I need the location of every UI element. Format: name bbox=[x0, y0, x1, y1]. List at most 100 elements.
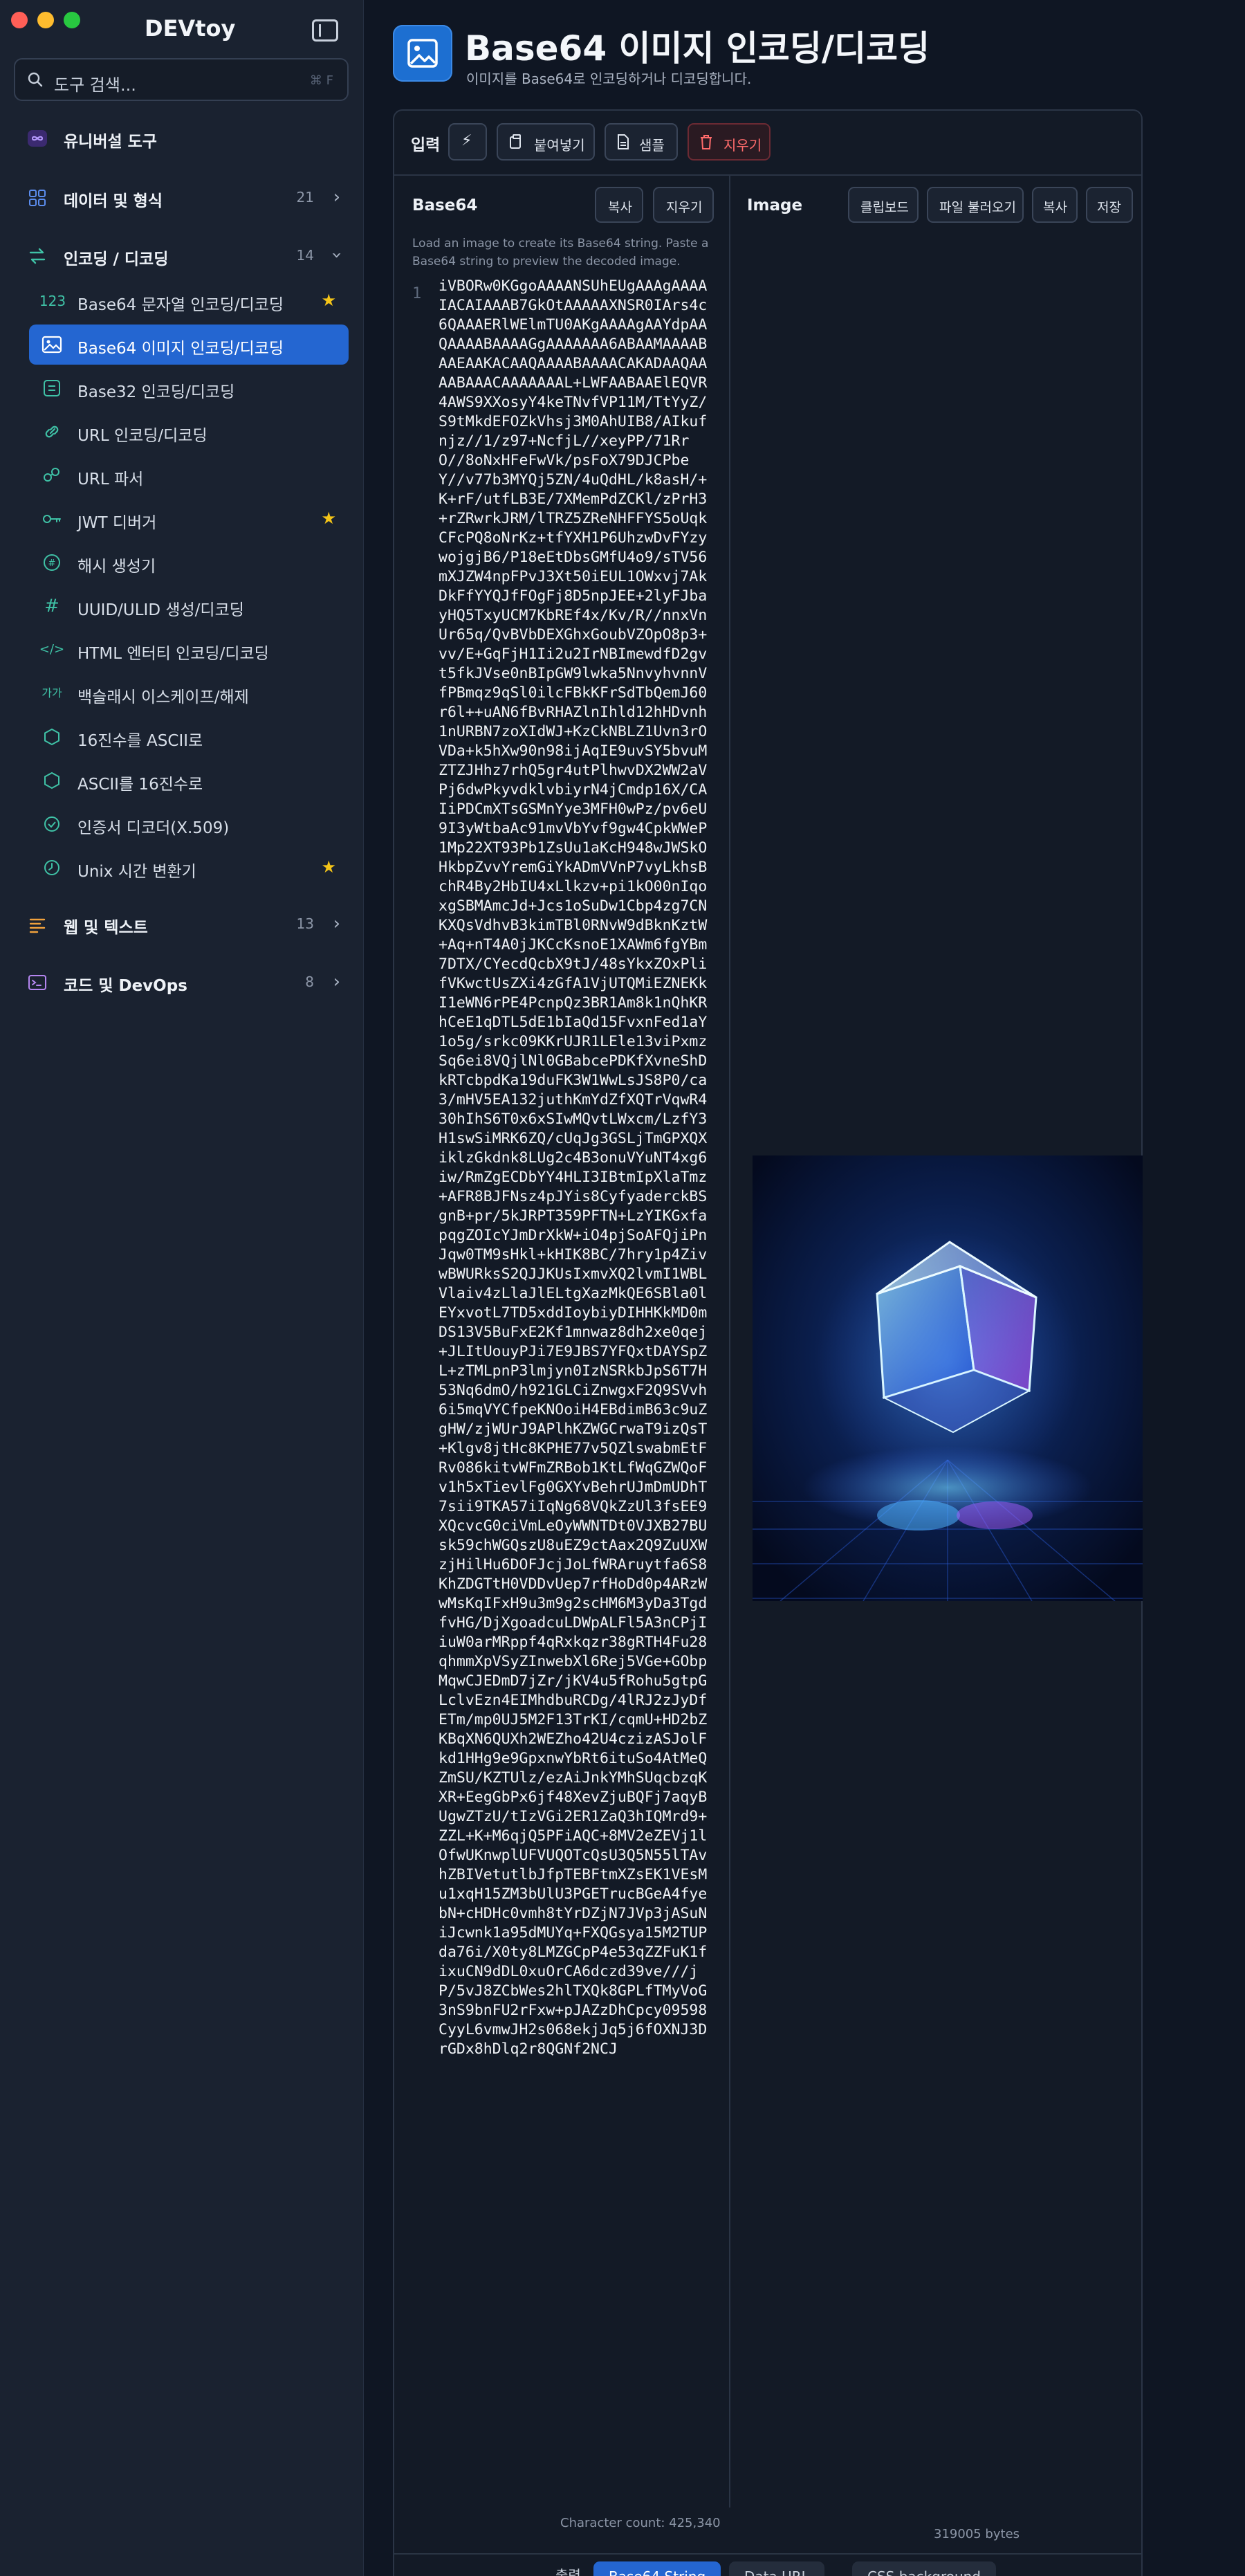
clipboard-icon bbox=[510, 134, 521, 149]
sidebar-item-label: 백슬래시 이스케이프/해제 bbox=[77, 688, 249, 706]
quick-action-button[interactable]: ⚡ bbox=[448, 123, 487, 161]
sidebar-item-label: HTML 엔터티 인코딩/디코딩 bbox=[77, 645, 269, 663]
category-web-text[interactable]: 웹 및 텍스트 13 › bbox=[14, 904, 350, 945]
sidebar-item-label: URL 인코딩/디코딩 bbox=[77, 427, 208, 445]
load-file-button[interactable]: 파일 불러오기 bbox=[927, 187, 1024, 223]
page-subtitle: 이미지를 Base64로 인코딩하거나 디코딩합니다. bbox=[466, 71, 752, 87]
category-label: 유니버설 도구 bbox=[64, 133, 157, 151]
base64-hint: Load an image to create its Base64 strin… bbox=[412, 237, 709, 268]
clipboard-button[interactable]: 클립보드 bbox=[848, 187, 919, 223]
clear-all-button[interactable]: 지우기 bbox=[688, 123, 771, 161]
sidebar-item-hex-to-ascii[interactable]: 16진수를 ASCII로 bbox=[29, 717, 349, 757]
base64-code[interactable]: iVBORw0KGgoAAAANSUhEUgAAAgAAAAIACAIAAAB7… bbox=[439, 277, 715, 2059]
base32-icon bbox=[44, 380, 60, 396]
paste-label: 붙여넣기 bbox=[534, 137, 585, 154]
base64-editor[interactable]: 1 iVBORw0KGgoAAAANSUhEUgAAAgAAAAIACAIAAA… bbox=[412, 277, 717, 2505]
sidebar-item-label: 16진수를 ASCII로 bbox=[77, 732, 203, 750]
sidebar-item-label: Base64 문자열 인코딩/디코딩 bbox=[77, 296, 284, 314]
tab-css-background[interactable]: CSS background bbox=[852, 2561, 997, 2576]
image-pane-title: Image bbox=[747, 197, 803, 214]
category-count: 13 bbox=[296, 915, 314, 932]
category-label: 데이터 및 형식 bbox=[64, 192, 163, 210]
hash-icon: # bbox=[44, 554, 60, 571]
close-window-button[interactable] bbox=[11, 12, 28, 28]
sample-label: 샘플 bbox=[639, 137, 665, 154]
file-icon bbox=[618, 134, 629, 149]
trash-icon bbox=[701, 135, 712, 149]
sidebar-item-hash[interactable]: # 해시 생성기 bbox=[29, 542, 349, 583]
sidebar-item-base32[interactable]: Base32 인코딩/디코딩 bbox=[29, 368, 349, 408]
search-placeholder: 도구 검색... bbox=[54, 75, 136, 95]
clear-label: 지우기 bbox=[666, 200, 703, 215]
sidebar-item-uuid[interactable]: # UUID/ULID 생성/디코딩 bbox=[29, 586, 349, 626]
sidebar-item-jwt[interactable]: JWT 디버거 ★ bbox=[29, 499, 349, 539]
category-data-format[interactable]: 데이터 및 형식 21 › bbox=[14, 177, 350, 219]
chevron-down-icon: › bbox=[326, 251, 347, 259]
sidebar-item-backslash[interactable]: 가가 백슬래시 이스케이프/해제 bbox=[29, 673, 349, 713]
sidebar-item-base64-image[interactable]: Base64 이미지 인코딩/디코딩 bbox=[29, 325, 349, 365]
chevron-right-icon: › bbox=[333, 971, 340, 992]
category-count: 8 bbox=[305, 974, 314, 990]
category-count: 21 bbox=[296, 189, 314, 205]
image-icon bbox=[42, 336, 62, 354]
category-label: 웹 및 텍스트 bbox=[64, 919, 148, 937]
divider bbox=[394, 174, 1141, 176]
code-icon: </> bbox=[39, 642, 65, 657]
sidebar-item-label: 해시 생성기 bbox=[77, 558, 156, 576]
star-icon[interactable]: ★ bbox=[321, 509, 336, 528]
sidebar-item-label: Unix 시간 변환기 bbox=[77, 863, 196, 881]
category-count: 14 bbox=[296, 247, 314, 264]
save-label: 저장 bbox=[1097, 200, 1121, 215]
hexagon-icon bbox=[44, 771, 59, 789]
sidebar-item-unix-time[interactable]: Unix 시간 변환기 ★ bbox=[29, 848, 349, 888]
clear-base64-button[interactable]: 지우기 bbox=[653, 187, 714, 223]
tab-data-url[interactable]: Data URL bbox=[729, 2561, 824, 2576]
paste-button[interactable]: 붙여넣기 bbox=[497, 123, 595, 161]
link-icon bbox=[45, 426, 59, 438]
app-title: DEVtoy bbox=[145, 15, 236, 42]
chevron-right-icon: › bbox=[333, 913, 340, 934]
category-code-devops[interactable]: 코드 및 DevOps 8 › bbox=[14, 962, 350, 1003]
copy-label: 복사 bbox=[1043, 200, 1067, 215]
search-icon bbox=[28, 72, 43, 87]
sidebar-item-label: JWT 디버거 bbox=[77, 514, 157, 532]
save-image-button[interactable]: 저장 bbox=[1086, 187, 1133, 223]
character-count: Character count: 425,340 bbox=[560, 2516, 721, 2530]
sidebar-item-url-parser[interactable]: URL 파서 bbox=[29, 455, 349, 495]
sidebar-item-certificate[interactable]: 인증서 디코더(X.509) bbox=[29, 804, 349, 844]
image-bytes: 319005 bytes bbox=[934, 2527, 1020, 2541]
hashtag-icon: # bbox=[44, 596, 59, 616]
sidebar-toggle-icon[interactable] bbox=[312, 19, 338, 42]
sidebar-item-ascii-to-hex[interactable]: ASCII를 16진수로 bbox=[29, 760, 349, 801]
chevron-right-icon: › bbox=[333, 187, 340, 208]
sidebar-item-label: Base64 이미지 인코딩/디코딩 bbox=[77, 340, 284, 358]
swap-icon bbox=[29, 248, 46, 264]
infinity-icon bbox=[28, 130, 47, 147]
search-input[interactable]: 도구 검색... ⌘ F bbox=[14, 58, 349, 101]
sidebar-item-label: Base32 인코딩/디코딩 bbox=[77, 383, 235, 401]
category-encode-decode[interactable]: 인코딩 / 디코딩 14 › bbox=[14, 235, 350, 277]
image-preview bbox=[753, 1155, 1143, 1601]
sidebar-item-label: ASCII를 16진수로 bbox=[77, 776, 203, 794]
sample-button[interactable]: 샘플 bbox=[605, 123, 678, 161]
sidebar-item-label: 인증서 디코더(X.509) bbox=[77, 819, 230, 837]
escape-icon: 가가 bbox=[42, 686, 62, 700]
minimize-window-button[interactable] bbox=[37, 12, 54, 28]
category-label: 코드 및 DevOps bbox=[64, 977, 187, 995]
sidebar-item-html-entity[interactable]: </> HTML 엔터티 인코딩/디코딩 bbox=[29, 630, 349, 670]
copy-image-button[interactable]: 복사 bbox=[1032, 187, 1078, 223]
sidebar-item-base64-string[interactable]: 123 Base64 문자열 인코딩/디코딩 ★ bbox=[29, 281, 349, 321]
star-icon[interactable]: ★ bbox=[321, 291, 336, 310]
input-label: 입력 bbox=[411, 136, 441, 154]
sidebar-item-url-encode[interactable]: URL 인코딩/디코딩 bbox=[29, 412, 349, 452]
tab-base64-string[interactable]: Base64 String bbox=[593, 2561, 721, 2576]
search-shortcut: ⌘ F bbox=[309, 73, 333, 88]
category-universal[interactable]: 유니버설 도구 bbox=[14, 118, 350, 159]
text-lines-icon bbox=[29, 918, 46, 933]
maximize-window-button[interactable] bbox=[64, 12, 80, 28]
url-parser-icon bbox=[44, 468, 59, 482]
output-label: 출력 bbox=[555, 2567, 581, 2576]
copy-base64-button[interactable]: 복사 bbox=[595, 187, 643, 223]
clear-all-label: 지우기 bbox=[723, 137, 762, 154]
star-icon[interactable]: ★ bbox=[321, 857, 336, 877]
